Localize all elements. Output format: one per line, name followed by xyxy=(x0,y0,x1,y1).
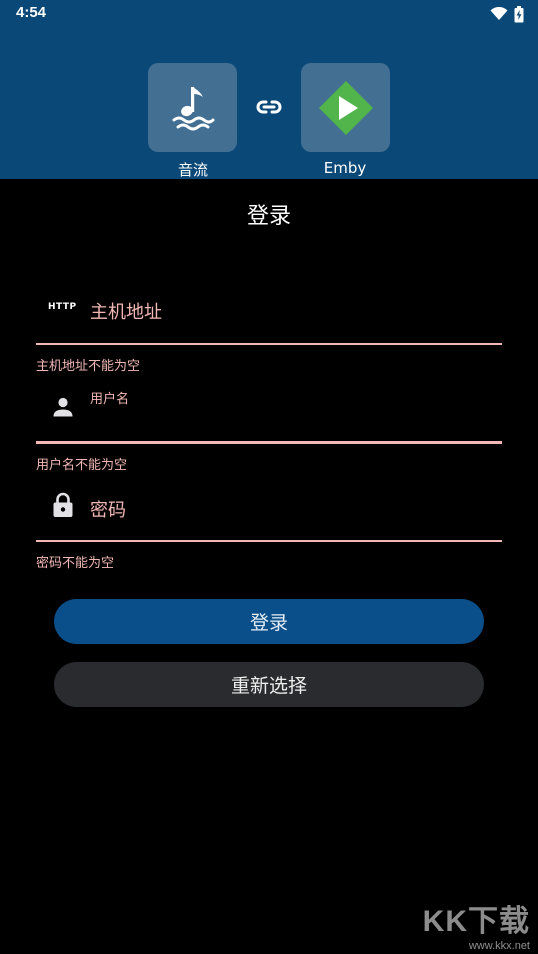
yinliu-app-tile xyxy=(148,63,237,152)
watermark-url: www.kkx.net xyxy=(468,940,530,952)
status-icons xyxy=(490,5,524,23)
battery-charging-icon xyxy=(514,5,524,22)
person-icon xyxy=(53,397,73,417)
app-link-header: 音流 Emby xyxy=(0,27,538,179)
watermark: KK下载 www.kkx.net xyxy=(423,896,530,952)
lock-icon xyxy=(53,492,73,517)
host-input[interactable]: 主机地址 xyxy=(90,298,162,324)
wifi-icon xyxy=(490,7,508,20)
password-underline xyxy=(36,540,502,542)
reselect-button[interactable]: 重新选择 xyxy=(54,662,484,707)
yinliu-app-label: 音流 xyxy=(177,161,208,179)
username-floating-label: 用户名 xyxy=(90,392,130,407)
emby-app-tile xyxy=(301,63,390,152)
watermark-brand: KK下载 xyxy=(422,905,530,938)
username-field[interactable]: 用户名 用户名不能为空 xyxy=(36,385,502,473)
password-field[interactable]: 密码 密码不能为空 xyxy=(36,482,502,571)
music-note-waves-icon xyxy=(172,86,214,130)
host-underline xyxy=(36,343,502,345)
status-time: 4:54 xyxy=(16,4,47,21)
username-error-text: 用户名不能为空 xyxy=(36,458,128,473)
emby-app-label: Emby xyxy=(323,159,367,177)
username-underline xyxy=(36,441,502,444)
link-icon xyxy=(256,100,282,114)
page-title: 登录 xyxy=(246,204,291,229)
password-error-text: 密码不能为空 xyxy=(36,556,115,571)
status-bar: 4:54 xyxy=(0,0,538,27)
http-icon: HTTP xyxy=(48,302,77,312)
login-button[interactable]: 登录 xyxy=(54,599,484,644)
password-input[interactable]: 密码 xyxy=(90,496,126,522)
host-error-text: 主机地址不能为空 xyxy=(36,359,141,374)
host-field[interactable]: HTTP 主机地址 主机地址不能为空 xyxy=(36,285,502,375)
emby-play-icon xyxy=(318,80,373,135)
